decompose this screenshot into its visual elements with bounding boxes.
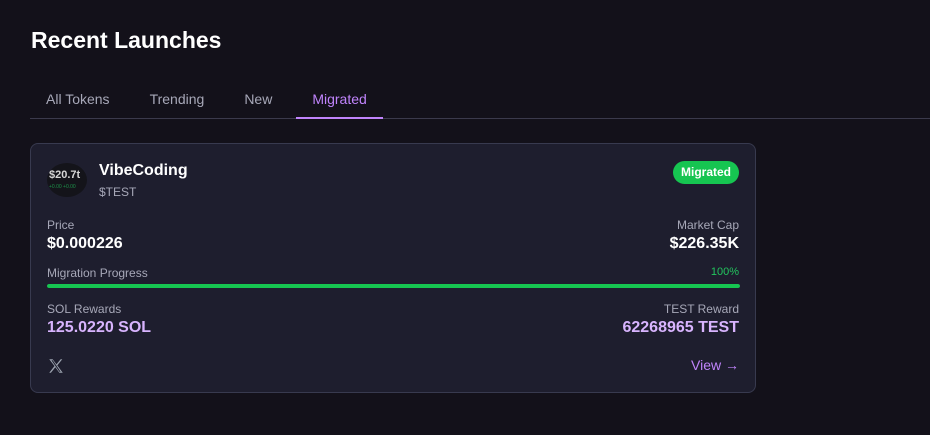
price-label: Price — [47, 218, 75, 232]
x-logo-icon[interactable] — [47, 357, 65, 375]
price-value: $0.000226 — [47, 235, 123, 252]
token-symbol: $TEST — [99, 185, 137, 199]
avatar-sub-text: +0.00 +0.00 — [49, 184, 76, 190]
migration-progress-bar — [47, 284, 740, 288]
test-reward-value: 62268965 TEST — [622, 319, 739, 336]
test-reward-label: TEST Reward — [663, 302, 739, 316]
token-name: VibeCoding — [99, 162, 188, 179]
market-cap-value: $226.35K — [669, 235, 739, 252]
migration-progress-percent: 100% — [710, 266, 739, 278]
page: Recent Launches All Tokens Trending New … — [0, 0, 930, 435]
avatar-price-text: $20.7t — [49, 169, 81, 181]
tab-migrated[interactable]: Migrated — [296, 80, 384, 119]
tab-new[interactable]: New — [228, 80, 288, 118]
token-avatar: $20.7t +0.00 +0.00 — [47, 163, 87, 197]
page-title: Recent Launches — [31, 27, 222, 53]
tab-bar: All Tokens Trending New Migrated — [30, 80, 930, 119]
sol-rewards-value: 125.0220 SOL — [47, 319, 152, 336]
tab-trending[interactable]: Trending — [134, 80, 221, 118]
market-cap-label: Market Cap — [676, 218, 739, 232]
migration-progress-label: Migration Progress — [47, 266, 148, 280]
view-link[interactable]: View → — [691, 357, 739, 373]
sol-rewards-label: SOL Rewards — [47, 302, 122, 316]
migration-progress-fill — [47, 284, 740, 288]
status-badge: Migrated — [672, 161, 739, 184]
token-card: $20.7t +0.00 +0.00 VibeCoding $TEST Migr… — [30, 143, 756, 393]
tab-all-tokens[interactable]: All Tokens — [30, 80, 126, 118]
